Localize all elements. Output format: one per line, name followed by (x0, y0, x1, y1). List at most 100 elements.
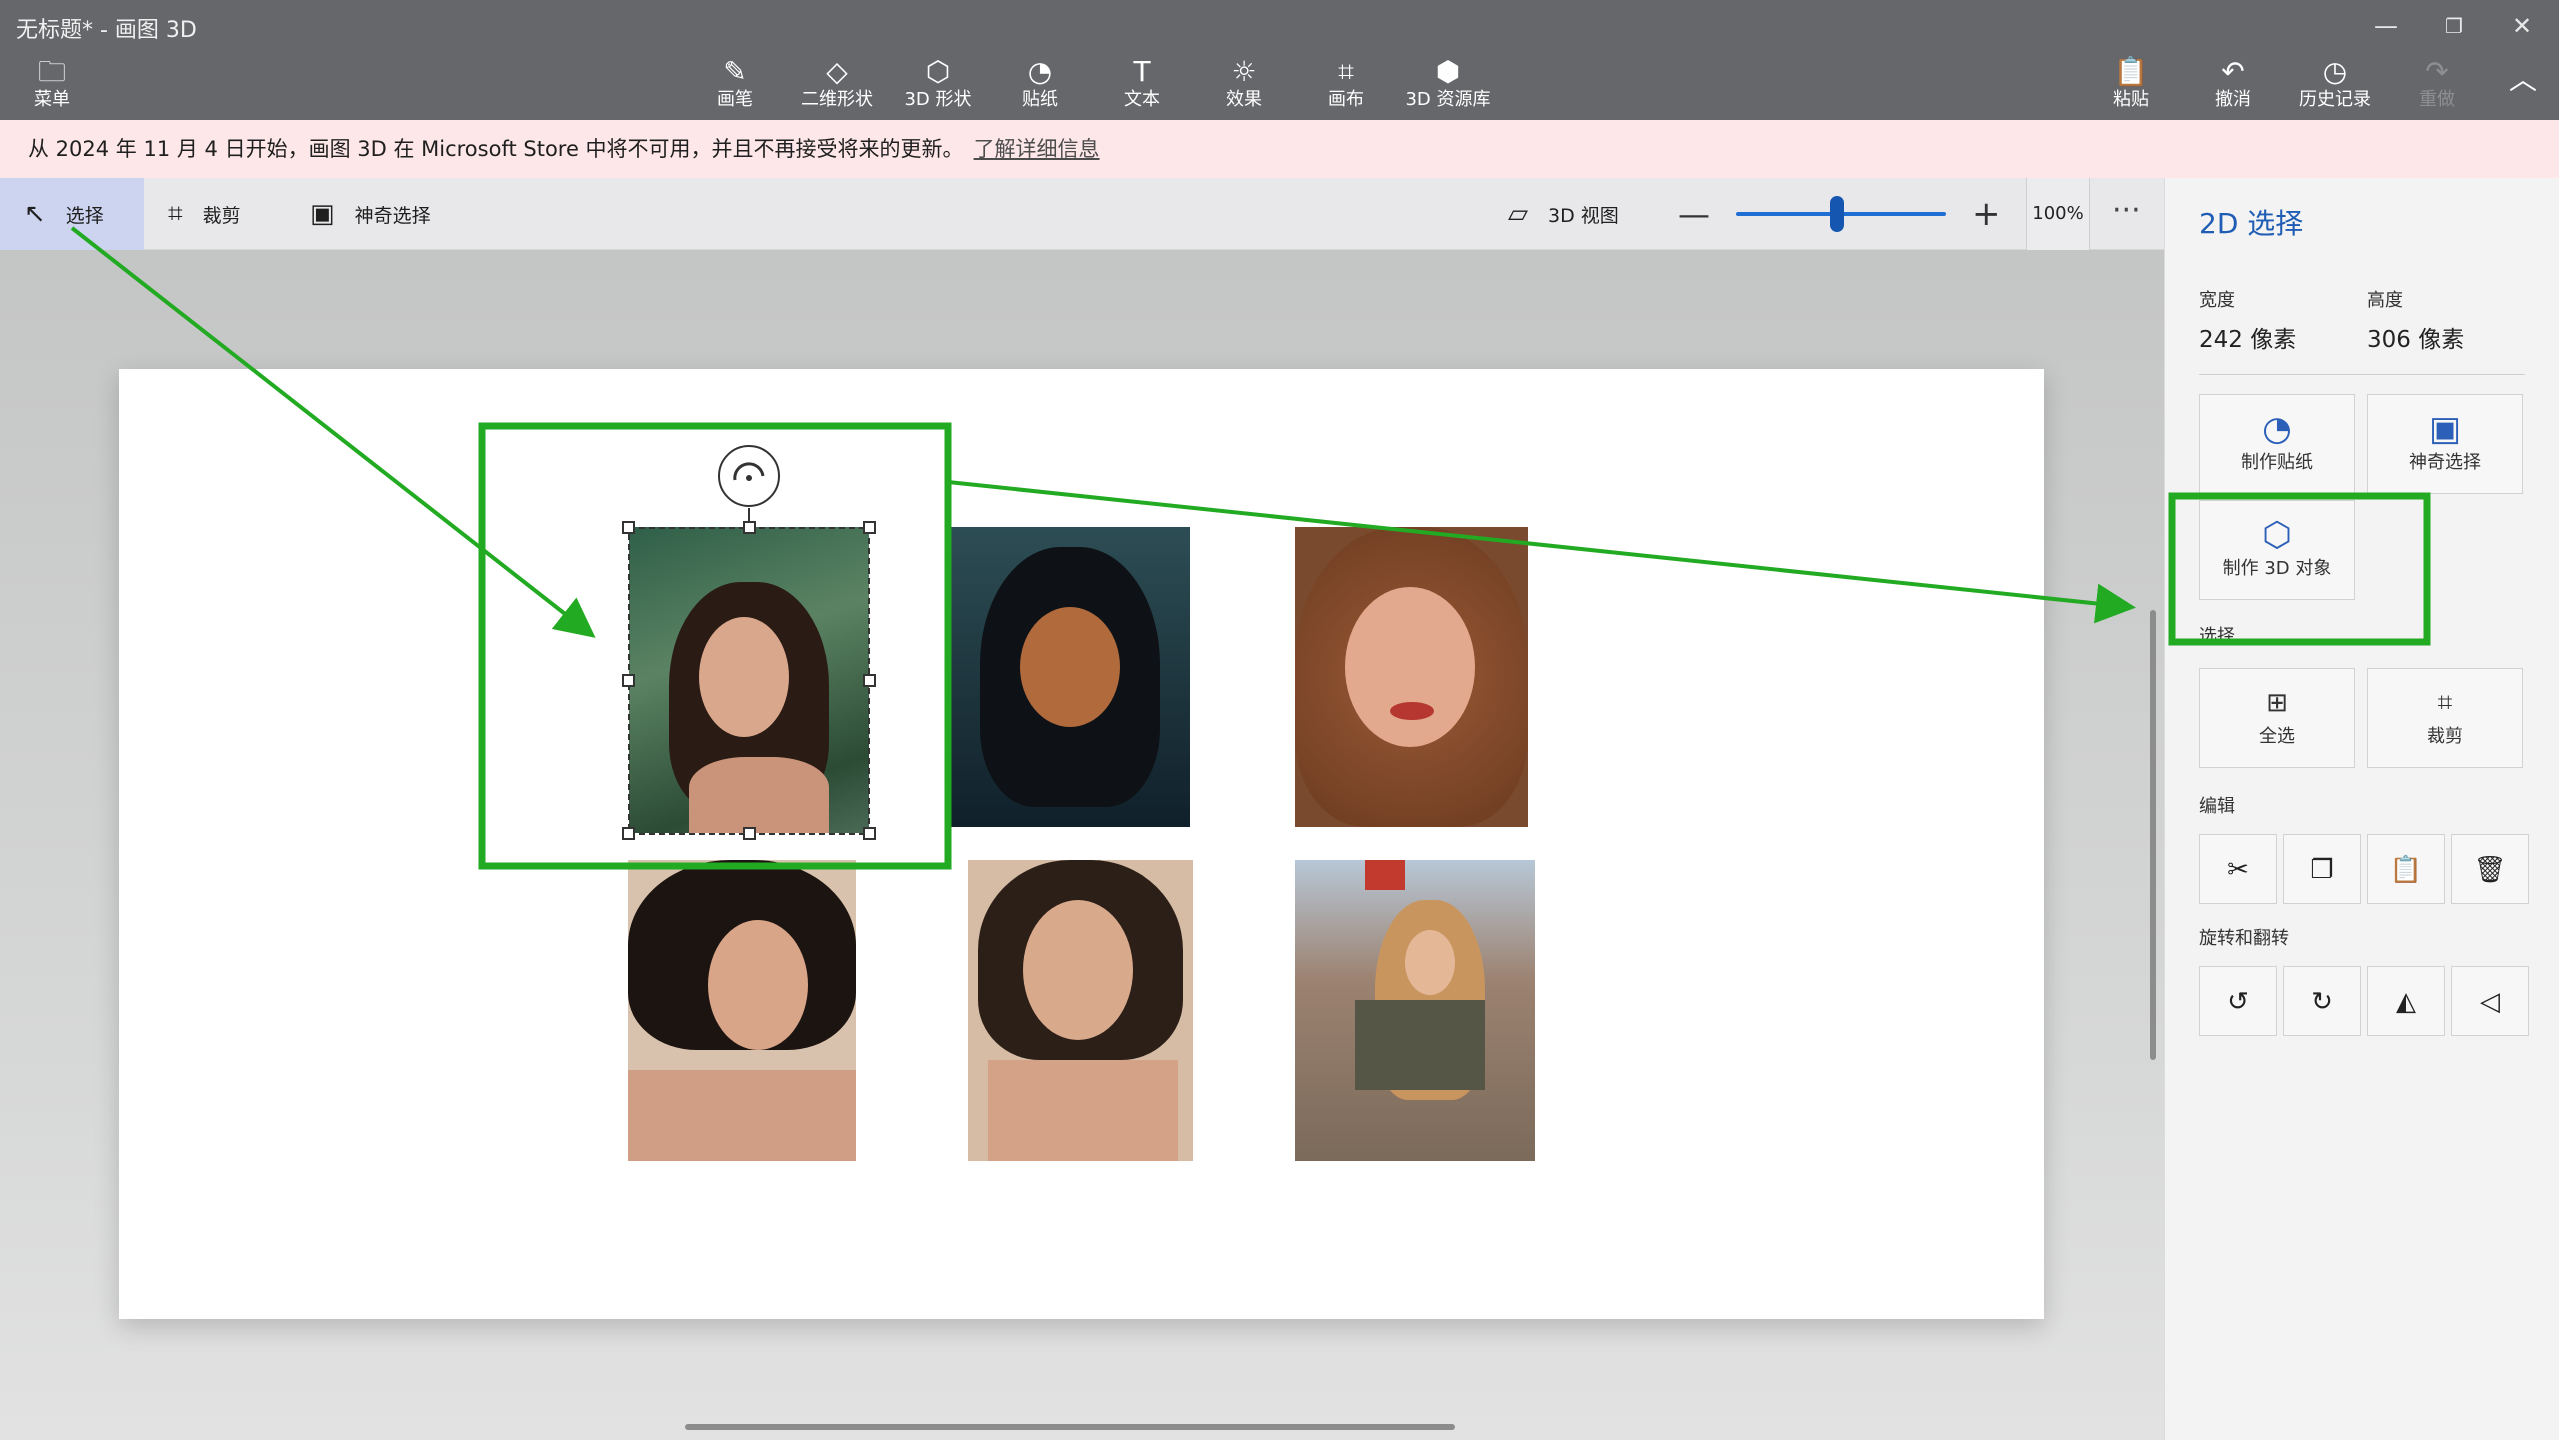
crop-icon: ⌗ (168, 198, 183, 229)
tool-label: 3D 资源库 (1405, 89, 1491, 110)
action-label: 撤消 (2215, 89, 2251, 110)
selection-toolbar: ↖ 选择 ⌗ 裁剪 ▣ 神奇选择 ▱ 3D 视图 — + 100% ··· (0, 178, 2164, 250)
paste-icon: 📋 (2389, 855, 2423, 885)
make-sticker-label: 制作贴纸 (2241, 452, 2313, 473)
panel-title: 2D 选择 (2199, 207, 2304, 240)
rotate-left-icon: ↺ (2227, 987, 2249, 1017)
tool-label: 画布 (1328, 89, 1364, 110)
restore-button[interactable]: ❐ (2424, 8, 2484, 44)
zoom-slider-thumb[interactable] (1829, 196, 1844, 232)
tool-canvas[interactable]: ⌗ 画布 (1291, 56, 1401, 116)
crop-label: 裁剪 (202, 204, 241, 227)
photo-dark-hair-portrait[interactable] (950, 527, 1190, 827)
crop-label: 裁剪 (2427, 726, 2463, 747)
select-all-button[interactable]: ⊞ 全选 (2199, 668, 2355, 768)
text-icon: T (1133, 55, 1151, 88)
view-3d-toggle[interactable]: ▱ 3D 视图 (1508, 178, 1619, 250)
tool-3d-library[interactable]: ⬢ 3D 资源库 (1393, 56, 1503, 116)
redo-icon: ↷ (2425, 55, 2449, 88)
tool-label: 3D 形状 (904, 89, 972, 110)
width-value[interactable]: 242 像素 (2199, 320, 2296, 354)
select-tool[interactable]: ↖ 选择 (0, 178, 144, 250)
scissors-icon: ✂ (2227, 855, 2249, 885)
height-value[interactable]: 306 像素 (2367, 320, 2464, 354)
undo-icon: ↶ (2221, 55, 2245, 88)
menu-label: 菜单 (34, 89, 70, 110)
trash-icon: 🗑 (2473, 855, 2507, 885)
vertical-scrollbar[interactable] (2150, 610, 2156, 1060)
redo-button[interactable]: ↷ 重做 (2382, 56, 2492, 116)
cursor-icon: ↖ (24, 199, 46, 229)
3d-library-icon: ⬢ (1435, 55, 1461, 88)
make-sticker-button[interactable]: ◔ 制作贴纸 (2199, 394, 2355, 494)
horizontal-scrollbar[interactable] (685, 1424, 1455, 1430)
select-all-label: 全选 (2259, 726, 2295, 747)
paste-button[interactable]: 📋 (2367, 834, 2445, 904)
select-section-label: 选择 (2199, 626, 2235, 647)
effects-icon: ☼ (1231, 55, 1257, 88)
learn-more-link[interactable]: 了解详细信息 (974, 137, 1100, 161)
action-label: 历史记录 (2299, 89, 2371, 110)
tool-3d-shapes[interactable]: ⬡ 3D 形状 (883, 56, 993, 116)
canvas-icon: ⌗ (1338, 55, 1354, 88)
magic-select-label: 神奇选择 (354, 204, 431, 227)
magic-select-button[interactable]: ▣ 神奇选择 (2367, 394, 2523, 494)
menu-button[interactable]: 🗀 菜单 (0, 56, 104, 116)
rotate-left-button[interactable]: ↺ (2199, 966, 2277, 1036)
more-options-button[interactable]: ··· (2112, 178, 2141, 250)
magic-select-icon: ▣ (310, 199, 335, 229)
tool-label: 画笔 (717, 89, 753, 110)
tool-sticker[interactable]: ◔ 贴纸 (985, 56, 1095, 116)
delete-button[interactable]: 🗑 (2451, 834, 2529, 904)
2d-shapes-icon: ◇ (826, 55, 848, 88)
flip-vertical-button[interactable]: ◭ (2367, 966, 2445, 1036)
photo-curly-freckles-portrait[interactable] (1295, 527, 1528, 827)
magic-select-tool[interactable]: ▣ 神奇选择 (310, 178, 431, 250)
rotate-right-button[interactable]: ↻ (2283, 966, 2361, 1036)
cut-button[interactable]: ✂ (2199, 834, 2277, 904)
close-button[interactable]: ✕ (2492, 8, 2552, 44)
tool-label: 二维形状 (801, 89, 873, 110)
chevron-up-icon: ︿ (2508, 63, 2537, 96)
photo-bangs-portrait[interactable] (968, 860, 1193, 1161)
tool-label: 贴纸 (1022, 89, 1058, 110)
notice-text: 从 2024 年 11 月 4 日开始，画图 3D 在 Microsoft St… (28, 137, 964, 161)
history-icon: ◷ (2322, 55, 2348, 88)
rotate-flip-section-label: 旋转和翻转 (2199, 928, 2289, 949)
zoom-in-button[interactable]: + (1972, 178, 2001, 250)
tool-effects[interactable]: ☼ 效果 (1189, 56, 1299, 116)
3d-shapes-icon: ⬡ (925, 55, 951, 88)
photo-street-portrait[interactable] (1295, 860, 1535, 1161)
crop-button[interactable]: ⌗ 裁剪 (2367, 668, 2523, 768)
drawing-canvas[interactable] (119, 369, 2044, 1319)
photo-curly-hair-portrait[interactable] (628, 860, 856, 1161)
action-label: 粘贴 (2113, 89, 2149, 110)
crop-icon: ⌗ (2437, 688, 2453, 718)
photo-cactus-portrait[interactable] (629, 527, 869, 833)
undo-button[interactable]: ↶ 撤消 (2178, 56, 2288, 116)
zoom-level[interactable]: 100% (2026, 178, 2090, 250)
magic-select-label: 神奇选择 (2409, 452, 2481, 473)
brush-icon: ✎ (723, 55, 747, 88)
collapse-ribbon-button[interactable]: ︿ (2488, 64, 2558, 124)
crop-tool[interactable]: ⌗ 裁剪 (168, 178, 241, 250)
panel-divider (2199, 374, 2525, 375)
edit-section-label: 编辑 (2199, 796, 2235, 817)
make-3d-object-button[interactable]: ⬡ 制作 3D 对象 (2199, 500, 2355, 600)
zoom-out-button[interactable]: — (1678, 178, 1710, 250)
minimize-button[interactable]: — (2356, 8, 2416, 44)
tool-text[interactable]: T 文本 (1087, 56, 1197, 116)
window-title: 无标题* - 画图 3D (16, 18, 197, 43)
copy-button[interactable]: ❐ (2283, 834, 2361, 904)
paste-button[interactable]: 📋 粘贴 (2076, 56, 2186, 116)
history-button[interactable]: ◷ 历史记录 (2280, 56, 2390, 116)
folder-icon: 🗀 (37, 55, 66, 88)
properties-panel: 2D 选择 宽度 高度 242 像素 306 像素 ◔ 制作贴纸 ▣ 神奇选择 … (2164, 178, 2559, 1440)
deprecation-notice: 从 2024 年 11 月 4 日开始，画图 3D 在 Microsoft St… (0, 120, 2559, 178)
tool-2d-shapes[interactable]: ◇ 二维形状 (782, 56, 892, 116)
rotate-right-icon: ↻ (2311, 987, 2333, 1017)
tool-brush[interactable]: ✎ 画笔 (680, 56, 790, 116)
flip-horizontal-button[interactable]: ◁ (2451, 966, 2529, 1036)
height-label: 高度 (2367, 290, 2403, 311)
view-3d-icon: ▱ (1508, 199, 1528, 229)
